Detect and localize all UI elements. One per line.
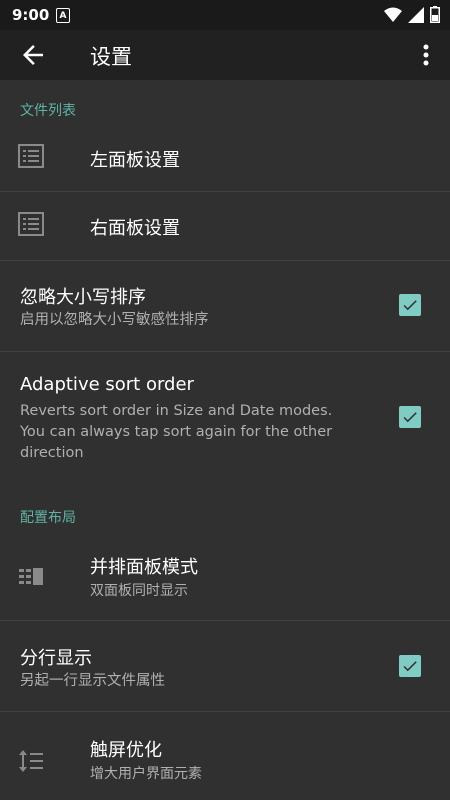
back-button[interactable] <box>18 40 48 70</box>
list-icon <box>18 144 44 168</box>
setting-title: 右面板设置 <box>90 218 180 239</box>
list-icon <box>18 212 44 236</box>
setting-subtitle: 增大用户界面元素 <box>90 766 202 782</box>
setting-subtitle: 另起一行显示文件属性 <box>20 673 165 689</box>
status-time: 9:00 <box>12 6 50 24</box>
setting-subtitle: Reverts sort order in Size and Date mode… <box>20 403 333 461</box>
more-vert-icon <box>423 44 429 66</box>
signal-icon <box>408 6 424 23</box>
setting-left-panel[interactable]: 左面板设置 <box>0 124 450 191</box>
setting-side-by-side[interactable]: 并排面板模式 双面板同时显示 <box>0 535 450 620</box>
setting-touch-optimize[interactable]: 触屏优化 增大用户界面元素 <box>0 712 450 800</box>
checkmark-icon <box>403 412 417 423</box>
page-title: 设置 <box>90 45 132 69</box>
checkmark-icon <box>403 300 417 311</box>
side-panels-icon <box>19 568 43 585</box>
app-bar: 设置 <box>0 30 450 80</box>
more-options-button[interactable] <box>416 42 436 68</box>
status-icons <box>384 6 440 23</box>
setting-title: 并排面板模式 <box>90 557 198 578</box>
wifi-icon <box>384 7 402 22</box>
split-line-checkbox[interactable] <box>399 655 421 677</box>
setting-adaptive-sort[interactable]: Adaptive sort order Reverts sort order i… <box>0 352 450 472</box>
section-header-layout: 配置布局 <box>20 510 76 526</box>
line-spacing-icon <box>19 750 43 772</box>
status-bar: 9:00 A <box>0 0 450 30</box>
setting-subtitle: 双面板同时显示 <box>90 583 188 599</box>
setting-title: 忽略大小写排序 <box>20 287 146 308</box>
setting-title: 触屏优化 <box>90 740 162 761</box>
setting-right-panel[interactable]: 右面板设置 <box>0 192 450 260</box>
setting-title: Adaptive sort order <box>20 374 194 395</box>
ignore-case-checkbox[interactable] <box>399 294 421 316</box>
setting-ignore-case[interactable]: 忽略大小写排序 启用以忽略大小写敏感性排序 <box>0 261 450 351</box>
setting-title: 左面板设置 <box>90 150 180 171</box>
battery-icon <box>430 6 440 23</box>
setting-split-line[interactable]: 分行显示 另起一行显示文件属性 <box>0 621 450 711</box>
checkmark-icon <box>403 661 417 672</box>
settings-list: 文件列表 左面板设置 右面板设置 忽略大小写排序 启用以忽略大小写敏感性排序 A… <box>0 80 450 800</box>
arrow-back-icon <box>23 45 43 65</box>
notification-icon: A <box>56 8 70 23</box>
setting-title: 分行显示 <box>20 648 92 669</box>
adaptive-sort-checkbox[interactable] <box>399 406 421 428</box>
setting-subtitle: 启用以忽略大小写敏感性排序 <box>20 312 209 328</box>
section-header-file-list: 文件列表 <box>20 103 76 119</box>
